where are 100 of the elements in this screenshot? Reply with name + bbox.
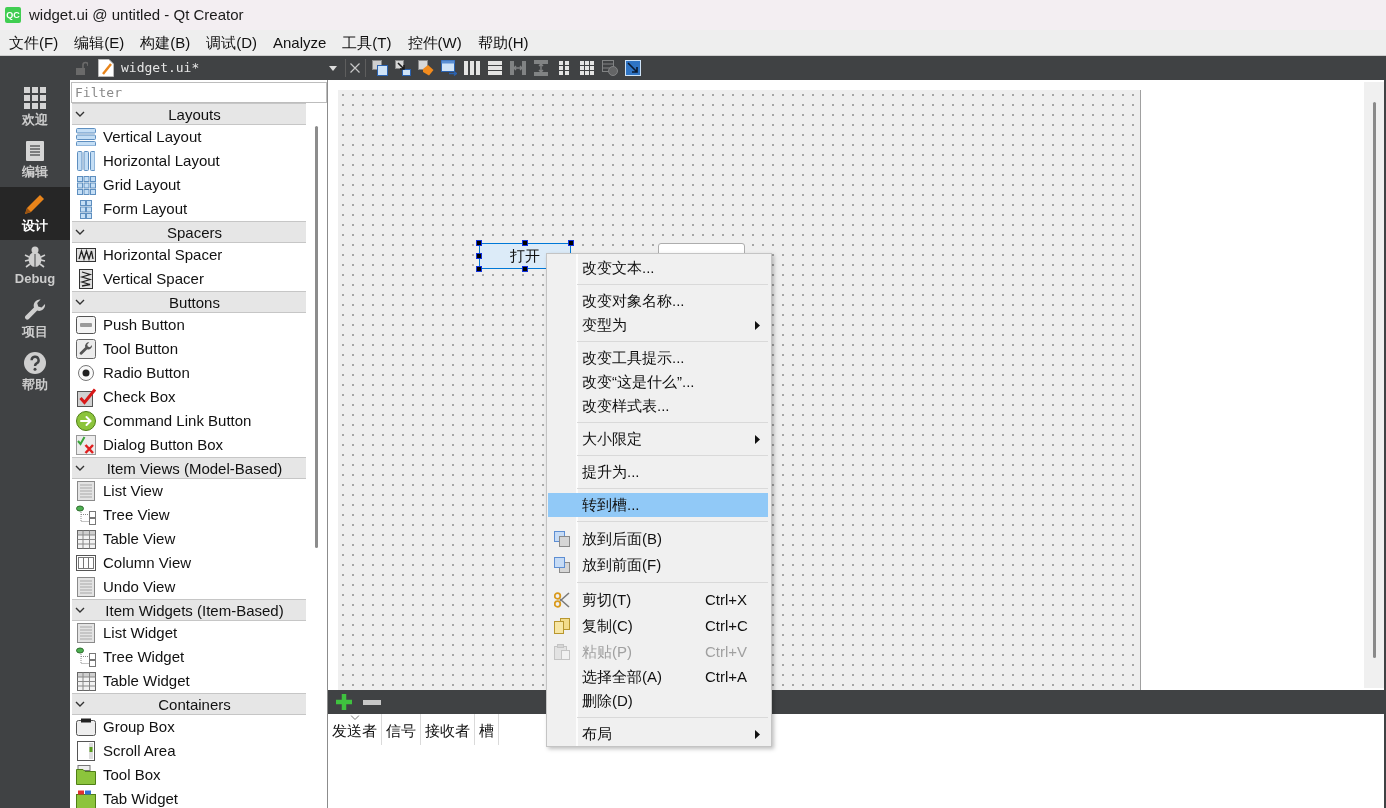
menu-item[interactable]: 放到后面(B)	[548, 526, 768, 552]
category-header[interactable]: Layouts	[72, 103, 306, 125]
resize-handle[interactable]	[522, 240, 528, 246]
mode-tab[interactable]: 编辑	[0, 134, 70, 187]
menu-item[interactable]: 改变对象名称...	[548, 289, 768, 313]
frame-icon	[76, 718, 96, 736]
widget-list-item[interactable]: Column View	[70, 551, 306, 575]
widget-list-item[interactable]: Grid Layout	[70, 173, 306, 197]
vertical-spring-icon	[79, 269, 93, 289]
menu-item[interactable]: 控件(W)	[399, 30, 470, 55]
menu-item[interactable]: 文件(F)	[1, 30, 67, 55]
widget-list-item[interactable]: Push Button	[70, 313, 306, 337]
widget-list-item[interactable]: Check Box	[70, 385, 306, 409]
document-selector[interactable]: widget.ui*	[98, 56, 337, 80]
widget-list-item[interactable]: Scroll Area	[70, 739, 306, 763]
widget-list-item[interactable]: Tree View	[70, 503, 306, 527]
menu-item[interactable]: 放到前面(F)	[548, 552, 768, 578]
resize-handle[interactable]	[522, 266, 528, 272]
category-header[interactable]: Item Views (Model-Based)	[72, 457, 306, 479]
mode-tab[interactable]: 设计	[0, 187, 70, 240]
menu-item[interactable]: 构建(B)	[132, 30, 199, 55]
widget-list-item[interactable]: Vertical Spacer	[70, 267, 306, 291]
column-header[interactable]: 信号	[382, 714, 421, 745]
column-header[interactable]: 发送者	[328, 714, 382, 745]
widget-list-item[interactable]: Table Widget	[70, 669, 306, 693]
resize-handle[interactable]	[476, 266, 482, 272]
resize-handle[interactable]	[568, 240, 574, 246]
menu-item[interactable]: 工具(T)	[334, 30, 400, 55]
mode-tab[interactable]: 项目	[0, 293, 70, 346]
scissors-icon	[554, 592, 570, 608]
widget-list-item[interactable]: Undo View	[70, 575, 306, 599]
tag-icon[interactable]	[418, 60, 434, 76]
menu-item[interactable]: 布局	[548, 722, 768, 746]
widget-list-item[interactable]: Tool Box	[70, 763, 306, 787]
button-icon	[76, 316, 96, 334]
horizontal-bars-icon[interactable]	[487, 60, 503, 76]
plus-icon[interactable]	[335, 693, 353, 711]
mode-tab[interactable]: 帮助	[0, 346, 70, 399]
menu-item[interactable]: 改变“这是什么”...	[548, 370, 768, 394]
category-header[interactable]: Spacers	[72, 221, 306, 243]
widget-list-item[interactable]: Radio Button	[70, 361, 306, 385]
widget-list-item[interactable]: Command Link Button	[70, 409, 306, 433]
scroll-thumb[interactable]	[315, 126, 318, 548]
overlapping-squares-icon	[554, 557, 570, 573]
tree-icon	[76, 505, 96, 525]
vertical-bars-icon	[77, 151, 95, 171]
overlapping-squares-icon	[554, 531, 570, 547]
widget-list-item[interactable]: List View	[70, 479, 306, 503]
category-header[interactable]: Buttons	[72, 291, 306, 313]
wrench-button-icon	[76, 339, 96, 359]
wrench-icon	[24, 299, 46, 321]
menu-item[interactable]: 调试(D)	[198, 30, 265, 55]
widget-list-item[interactable]: List Widget	[70, 621, 306, 645]
menu-item[interactable]: 改变样式表...	[548, 394, 768, 418]
vertical-bars-icon[interactable]	[464, 60, 480, 76]
mode-tab[interactable]: 欢迎	[0, 81, 70, 134]
widget-list-item[interactable]: Tab Widget	[70, 787, 306, 808]
folder-stack-icon	[76, 765, 96, 785]
mode-tab[interactable]: Debug	[0, 240, 70, 293]
minus-icon[interactable]	[363, 699, 381, 705]
menu-item[interactable]: 复制(C) Ctrl+C	[548, 613, 768, 639]
menu-item[interactable]: 大小限定	[548, 427, 768, 451]
category-header[interactable]: Item Widgets (Item-Based)	[72, 599, 306, 621]
column-header[interactable]: 槽	[475, 714, 499, 745]
filter-field[interactable]: Filter	[71, 82, 327, 103]
resize-arrow-icon[interactable]	[625, 60, 641, 76]
category-header[interactable]: Containers	[72, 693, 306, 715]
widget-list-item[interactable]: Tree Widget	[70, 645, 306, 669]
menu-item[interactable]: 帮助(H)	[469, 30, 537, 55]
menu-item[interactable]: Analyze	[265, 30, 335, 55]
overlapping-squares-icon[interactable]	[372, 60, 388, 76]
widget-list-item[interactable]: Horizontal Layout	[70, 149, 306, 173]
resize-handle[interactable]	[476, 240, 482, 246]
small-grid-icon	[80, 199, 92, 219]
widget-list-item[interactable]: Vertical Layout	[70, 125, 306, 149]
tab-folder-icon	[76, 789, 96, 808]
menu-item[interactable]: 改变工具提示...	[548, 346, 768, 370]
stacked-bars-icon	[76, 128, 96, 146]
menu-item[interactable]: 编辑(E)	[66, 30, 133, 55]
menu-item[interactable]: 提升为...	[548, 460, 768, 484]
tick-cross-icon	[76, 435, 96, 455]
widget-list-item[interactable]: Form Layout	[70, 197, 306, 221]
widget-list-item[interactable]: Group Box	[70, 715, 306, 739]
menu-item[interactable]: 转到槽...	[548, 493, 768, 517]
menu-item[interactable]: 变型为	[548, 313, 768, 337]
widget-list-item[interactable]: Table View	[70, 527, 306, 551]
column-header[interactable]: 接收者	[421, 714, 475, 745]
arrow-squares-icon[interactable]	[395, 60, 411, 76]
window-arrow-icon[interactable]	[441, 60, 457, 76]
dot-grid-icon[interactable]	[556, 60, 572, 76]
resize-handle[interactable]	[476, 253, 482, 259]
menu-item[interactable]: 剪切(T) Ctrl+X	[548, 587, 768, 613]
widget-list-item[interactable]: Dialog Button Box	[70, 433, 306, 457]
scroll-thumb[interactable]	[1372, 102, 1376, 658]
close-icon[interactable]	[350, 63, 360, 73]
widget-list-item[interactable]: Horizontal Spacer	[70, 243, 306, 267]
menu-item[interactable]: 删除(D)	[548, 689, 768, 713]
menu-item[interactable]: 选择全部(A) Ctrl+A	[548, 665, 768, 689]
widget-list-item[interactable]: Tool Button	[70, 337, 306, 361]
grid-icon[interactable]	[579, 60, 595, 76]
